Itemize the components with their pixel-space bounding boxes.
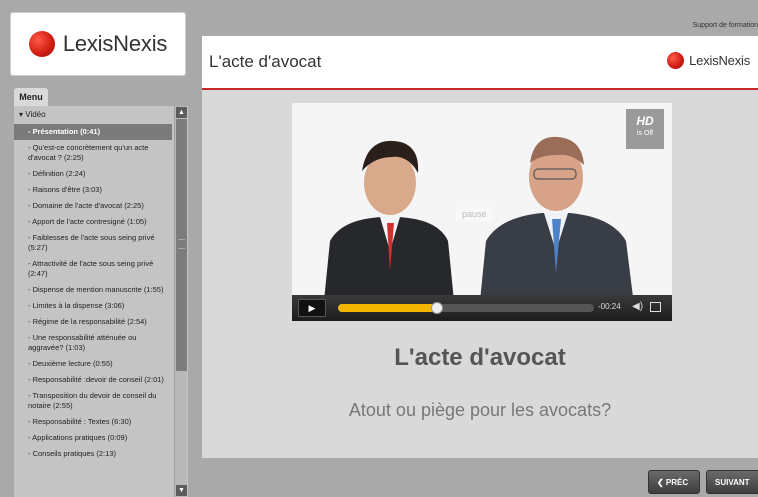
previous-button[interactable]: ❮ PRÉC	[648, 470, 700, 494]
scrollbar-thumb[interactable]	[176, 119, 187, 371]
logo-ball-icon	[28, 31, 55, 57]
menu-item[interactable]: - Définition (2:24)	[14, 166, 172, 182]
menu-item[interactable]: - Apport de l'acte contresigné (1:05)	[14, 214, 172, 230]
menu-scrollbar[interactable]: ▲ ▼	[174, 106, 187, 497]
header-logo: LexisNexis	[667, 52, 750, 69]
collapse-triangle-icon: ▾	[19, 110, 24, 119]
seek-handle[interactable]	[430, 302, 443, 314]
slide-subtitle: Atout ou piège pour les avocats?	[348, 400, 612, 420]
seek-bar[interactable]	[338, 302, 594, 314]
menu-item[interactable]: - Présentation (0:41)	[14, 124, 172, 140]
seek-progress	[338, 304, 437, 312]
menu-item[interactable]: - Limites à la dispense (3:06)	[14, 298, 172, 314]
menu-item[interactable]: - Conseils pratiques (2:13)	[14, 446, 172, 462]
menu-item[interactable]: - Régime de la responsabilité (2:54)	[14, 314, 172, 330]
logo-text: LexisNexis	[62, 31, 168, 56]
menu-item[interactable]: - Applications pratiques (0:09)	[14, 430, 172, 446]
menu-item[interactable]: - Une responsabilité atténuée ou aggravé…	[14, 330, 172, 356]
scroll-down-icon[interactable]: ▼	[176, 485, 187, 496]
main-header: L'acte d'avocat LexisNexis	[202, 36, 758, 88]
menu-list: ▾ Vidéo - Présentation (0:41) - Qu'est-ce…	[14, 106, 172, 462]
menu-item[interactable]: - Raisons d'être (3:03)	[14, 182, 172, 198]
video-person-left	[322, 140, 456, 321]
scrollbar-grip	[178, 239, 185, 249]
video-player[interactable]: HD is Off pause ▶ -00:24 ◀)	[292, 103, 672, 321]
main-content: HD is Off pause ▶ -00:24 ◀) L'acte d'avo…	[202, 90, 758, 458]
menu-item[interactable]: - Transposition du devoir de conseil du …	[14, 388, 172, 414]
menu-panel: ▾ Vidéo - Présentation (0:41) - Qu'est-ce…	[14, 106, 188, 497]
menu-item[interactable]: - Responsabilité : Textes (6:30)	[14, 414, 172, 430]
menu-item[interactable]: - Domaine de l'acte d'avocat (2:25)	[14, 198, 172, 214]
play-icon[interactable]: ▶	[298, 299, 326, 317]
course-support-label: Support de formation	[692, 22, 758, 29]
hd-label: HD	[636, 114, 654, 128]
slide-title: L'acte d'avocat	[394, 344, 566, 371]
menu-section-label: Vidéo	[25, 110, 46, 119]
hd-state: is Off	[636, 130, 654, 137]
header-logo-text: LexisNexis	[689, 53, 750, 68]
pause-overlay: pause	[456, 207, 493, 221]
menu-item[interactable]: - Qu'est-ce concrètement qu'un acte d'av…	[14, 140, 172, 166]
menu-item[interactable]: - Attractivité de l'acte sous seing priv…	[14, 256, 172, 282]
video-controls: ▶ -00:24 ◀)	[292, 295, 672, 321]
brand-logo: LexisNexis	[10, 12, 186, 76]
volume-icon[interactable]: ◀)	[632, 301, 643, 312]
menu-item[interactable]: - Dispense de mention manuscrite (1:55)	[14, 282, 172, 298]
menu-section-video[interactable]: ▾ Vidéo	[14, 106, 172, 124]
menu-tab[interactable]: Menu	[14, 88, 48, 106]
logo-ball-icon	[667, 52, 685, 69]
menu-item[interactable]: - Faiblesses de l'acte sous seing privé …	[14, 230, 172, 256]
menu-item[interactable]: - Deuxième lecture (0:55)	[14, 356, 172, 372]
menu-item[interactable]: - Responsabilité :devoir de conseil (2:0…	[14, 372, 172, 388]
time-remaining: -00:24	[598, 302, 621, 311]
fullscreen-icon[interactable]	[650, 302, 661, 312]
page-title: L'acte d'avocat	[209, 52, 322, 71]
video-person-right	[478, 136, 636, 321]
scroll-up-icon[interactable]: ▲	[176, 107, 187, 118]
hd-toggle[interactable]: HD is Off	[626, 109, 664, 149]
next-button[interactable]: SUIVANT ❯	[706, 470, 758, 494]
